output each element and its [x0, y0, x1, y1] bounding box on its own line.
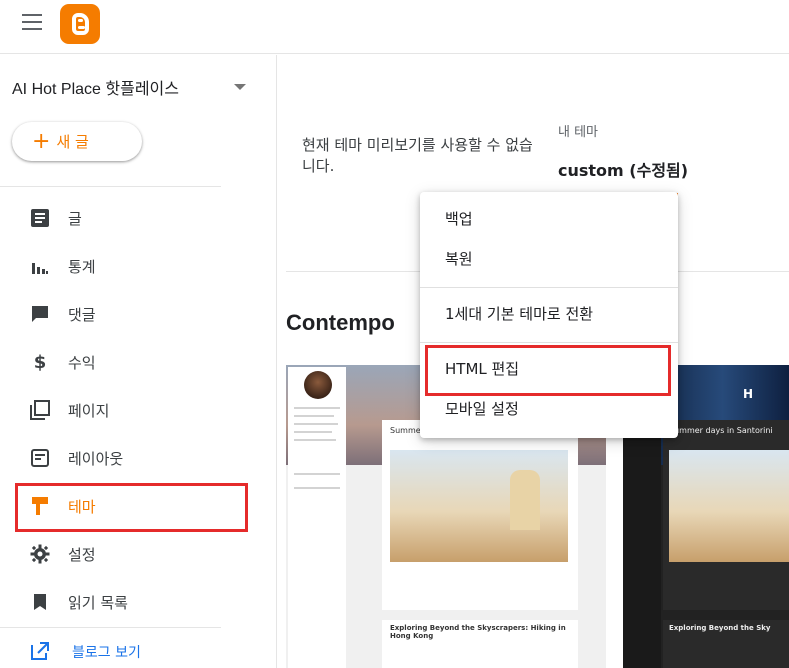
- text-line: [294, 431, 332, 433]
- chevron-down-icon[interactable]: [234, 84, 246, 90]
- menu-item-restore[interactable]: 복원: [420, 238, 678, 278]
- sidebar: AI Hot Place 핫플레이스 + 새 글 글 통계 댓글 $ 수익 페이…: [0, 55, 277, 668]
- thumbnail-post-image: [390, 450, 568, 562]
- avatar: [304, 371, 332, 399]
- text-line: [294, 415, 334, 417]
- bookmark-icon: [30, 592, 50, 612]
- thumbnail-post-title: Summer days in Santorini: [669, 426, 773, 435]
- sidebar-item-settings[interactable]: 설정: [0, 534, 277, 574]
- thumbnail-post-card: Summer days in Santorini: [382, 420, 578, 610]
- hamburger-icon[interactable]: [22, 14, 42, 30]
- sidebar-item-label: 댓글: [68, 305, 96, 324]
- thumbnail-post-title: Exploring Beyond the Skyscrapers: Hiking…: [390, 624, 566, 640]
- new-post-label: 새 글: [56, 133, 89, 151]
- view-blog-link[interactable]: 블로그 보기: [0, 635, 277, 667]
- thumbnail-blog-title: H: [743, 387, 754, 401]
- thumbnail-post-card: Summer days in Santorini: [663, 420, 789, 610]
- sidebar-item-earnings[interactable]: $ 수익: [0, 342, 277, 382]
- theme-options-menu: 백업 복원 1세대 기본 테마로 전환 HTML 편집 모바일 설정: [420, 192, 678, 438]
- menu-divider: [420, 287, 678, 288]
- text-line: [294, 487, 340, 489]
- dollar-icon: $: [33, 351, 47, 373]
- preview-unavailable-message: 현재 테마 미리보기를 사용할 수 없습니다.: [302, 136, 533, 175]
- highlight-box-theme: [15, 483, 248, 532]
- sidebar-item-label: 설정: [68, 545, 96, 564]
- my-theme-name: custom (수정됨): [558, 161, 689, 180]
- thumbnail-post-image: [669, 450, 789, 562]
- my-theme-label: 내 테마: [558, 125, 599, 140]
- menu-divider: [420, 342, 678, 343]
- blog-title[interactable]: AI Hot Place 핫플레이스: [12, 75, 179, 99]
- text-line: [294, 473, 340, 475]
- divider: [0, 627, 221, 628]
- text-line: [294, 423, 338, 425]
- pages-icon: [30, 400, 50, 420]
- sidebar-item-comments[interactable]: 댓글: [0, 294, 277, 334]
- view-blog-label: 블로그 보기: [72, 645, 141, 661]
- menu-item-backup[interactable]: 백업: [420, 198, 678, 238]
- plus-icon: +: [32, 128, 51, 154]
- thumbnail-post-title: Exploring Beyond the Sky: [669, 624, 771, 632]
- new-post-button[interactable]: + 새 글: [12, 122, 142, 161]
- sidebar-item-label: 통계: [68, 257, 96, 276]
- thumbnail-post-card: Exploring Beyond the Sky: [663, 620, 789, 668]
- text-line: [294, 407, 340, 409]
- thumbnail-post-card: Exploring Beyond the Skyscrapers: Hiking…: [382, 620, 578, 668]
- open-in-new-icon: [30, 641, 50, 665]
- posts-icon: [30, 208, 50, 228]
- sidebar-item-label: 레이아웃: [68, 449, 124, 468]
- sidebar-item-stats[interactable]: 통계: [0, 246, 277, 286]
- sidebar-item-pages[interactable]: 페이지: [0, 390, 277, 430]
- top-bar: [0, 0, 789, 54]
- blogger-logo[interactable]: [60, 4, 100, 44]
- menu-item-revert-classic[interactable]: 1세대 기본 테마로 전환: [420, 293, 678, 333]
- text-line: [294, 439, 336, 441]
- thumbnail-sidebar: [288, 367, 346, 668]
- sidebar-item-label: 페이지: [68, 401, 110, 420]
- sidebar-item-layout[interactable]: 레이아웃: [0, 438, 277, 478]
- sidebar-item-posts[interactable]: 글: [0, 198, 277, 238]
- sidebar-item-label: 읽기 목록: [68, 593, 128, 612]
- sidebar-item-label: 수익: [68, 353, 96, 372]
- tower-shape: [510, 470, 540, 530]
- divider: [0, 186, 221, 187]
- theme-section-title: Contempo: [286, 310, 395, 335]
- highlight-box-edit-html: [425, 345, 671, 396]
- comments-icon: [30, 304, 50, 324]
- layout-icon: [30, 448, 50, 468]
- stats-icon: [30, 256, 50, 276]
- sidebar-item-label: 글: [68, 209, 82, 228]
- gear-icon: [30, 544, 50, 564]
- sidebar-item-reading-list[interactable]: 읽기 목록: [0, 582, 277, 622]
